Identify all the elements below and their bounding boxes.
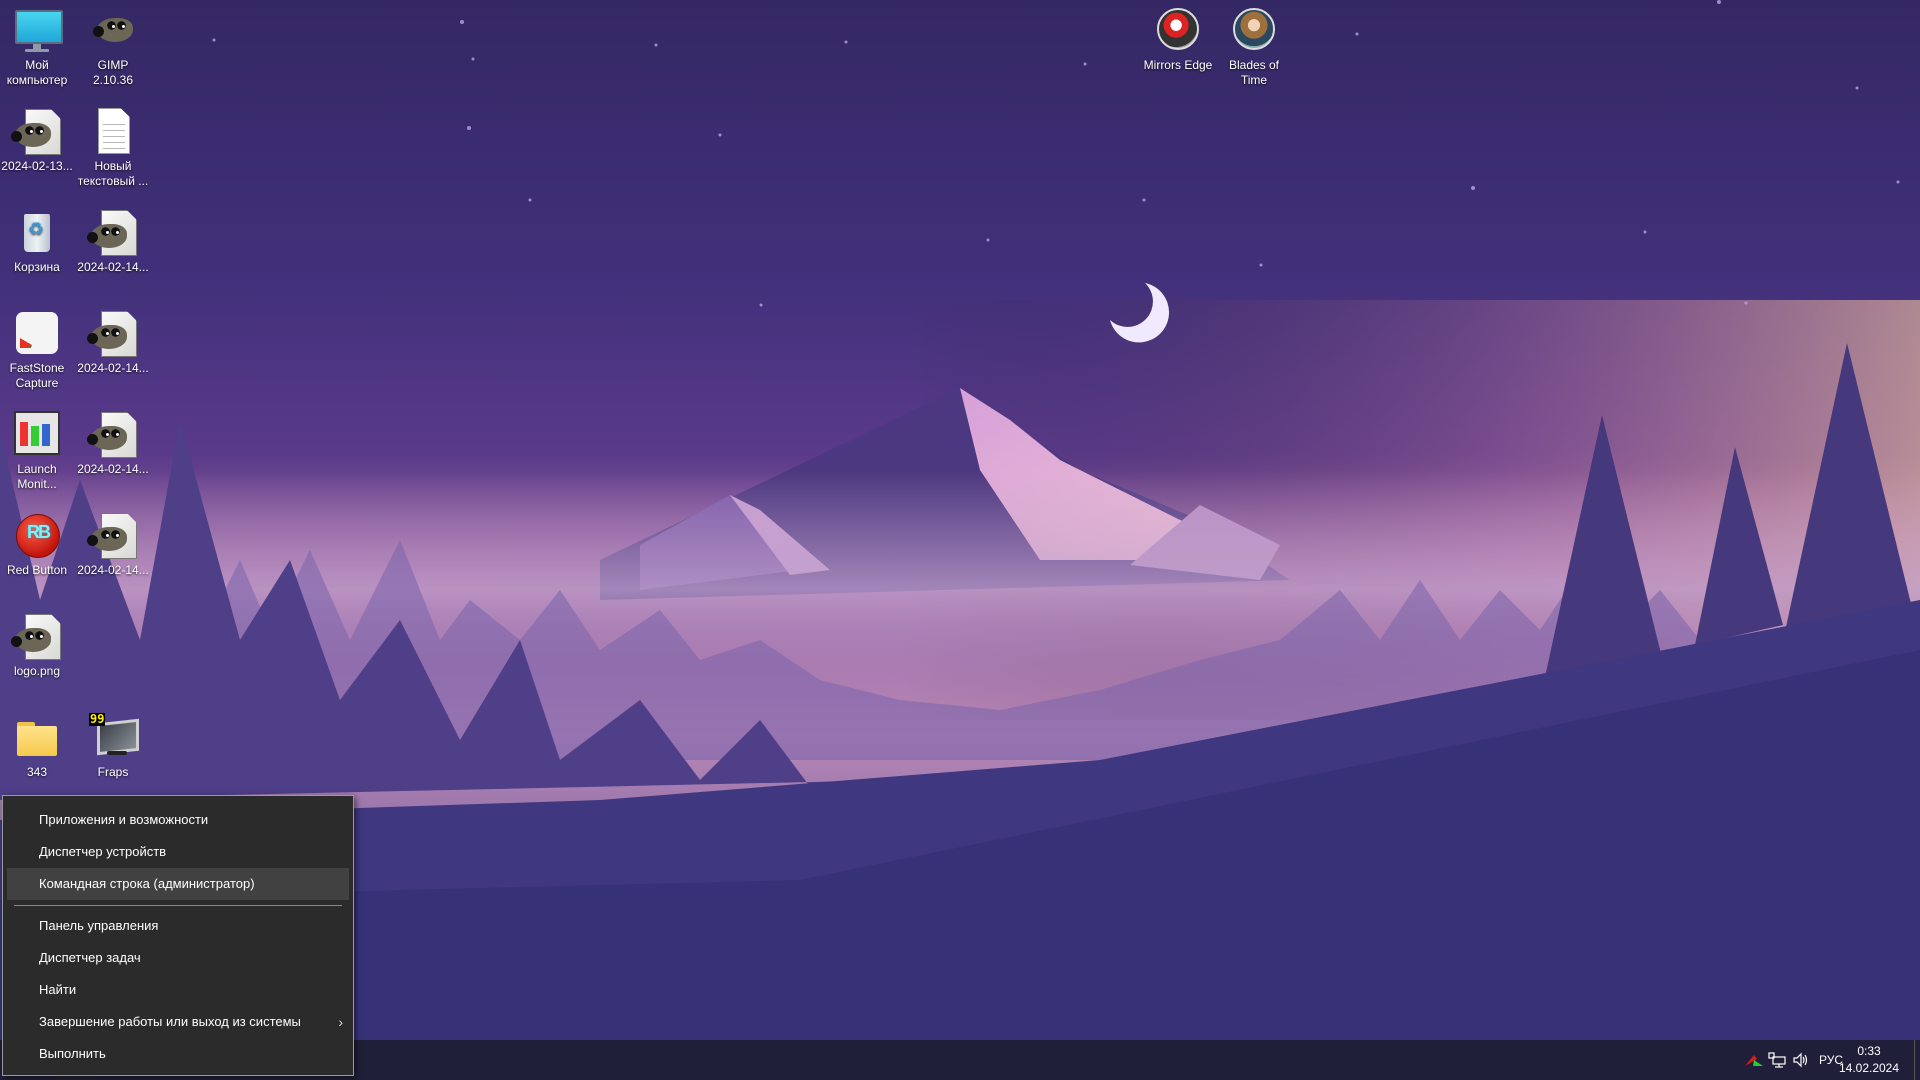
desktop-icon-label: 2024-02-13... (1, 159, 73, 173)
fraps-fps-badge: 99 (89, 712, 106, 726)
desktop-icon-recycle-bin[interactable]: Корзина (0, 202, 74, 275)
gimp-document-icon (87, 511, 137, 559)
recycle-bin-icon (13, 208, 61, 256)
desktop-icon-label: Новый текстовый ... (77, 159, 149, 188)
gimp-document-icon (11, 107, 61, 155)
clock-time: 0:33 (1857, 1044, 1881, 1058)
taskbar-clock[interactable]: 0:33 14.02.2024 (1834, 1043, 1904, 1077)
desktop-icon-label: 2024-02-14... (77, 260, 149, 274)
menu-item-label: Панель управления (39, 918, 159, 933)
monitor-icon (13, 6, 63, 54)
menu-item-label: Командная строка (администратор) (39, 876, 255, 891)
menu-item-device-manager[interactable]: Диспетчер устройств (7, 836, 349, 868)
folder-icon (13, 713, 61, 761)
desktop-icon-label: Red Button (6, 563, 68, 577)
desktop-icon-file-20240214-c[interactable]: 2024-02-14... (76, 404, 150, 477)
desktop-icon-file-20240213[interactable]: 2024-02-13... (0, 101, 74, 174)
desktop-icon-mirrors-edge[interactable]: Mirrors Edge (1141, 0, 1215, 73)
menu-item-label: Диспетчер задач (39, 950, 141, 965)
red-button-icon (13, 511, 61, 559)
gimp-document-icon (11, 612, 61, 660)
menu-item-search[interactable]: Найти (7, 974, 349, 1006)
menu-item-label: Завершение работы или выход из системы (39, 1014, 301, 1029)
menu-item-run[interactable]: Выполнить (7, 1038, 349, 1070)
desktop-icon-label: Launch Monit... (17, 462, 57, 491)
desktop-icon-label: Mirrors Edge (1143, 58, 1213, 72)
desktop-icon-file-20240214-a[interactable]: 2024-02-14... (76, 202, 150, 275)
desktop-icon-label: Корзина (14, 260, 60, 274)
desktop-icon-label: FastStone Capture (9, 361, 65, 390)
menu-separator (14, 905, 342, 906)
gimp-document-icon (87, 309, 137, 357)
show-desktop-button[interactable] (1914, 1040, 1920, 1080)
desktop-icon-logo-png[interactable]: logo.png (0, 606, 74, 679)
menu-item-apps-features[interactable]: Приложения и возможности (7, 804, 349, 836)
menu-item-label: Найти (39, 982, 77, 997)
winx-context-menu: Приложения и возможности Диспетчер устро… (2, 795, 354, 1076)
blades-of-time-icon (1230, 6, 1278, 54)
menu-item-label: Выполнить (39, 1046, 106, 1061)
clock-date: 14.02.2024 (1838, 1061, 1900, 1075)
desktop-icon-label: Fraps (97, 765, 129, 779)
desktop-icon-red-button[interactable]: Red Button (0, 505, 74, 578)
faststone-capture-icon (13, 309, 61, 357)
desktop-icon-label: logo.png (13, 664, 61, 678)
desktop-icon-folder-343[interactable]: 343 (0, 707, 74, 780)
desktop-icon-label: GIMP 2.10.36 (92, 58, 134, 87)
desktop-icon-label: 2024-02-14... (77, 361, 149, 375)
menu-item-shutdown-signout[interactable]: Завершение работы или выход из системы › (7, 1006, 349, 1038)
menu-item-command-prompt-admin[interactable]: Командная строка (администратор) (7, 868, 349, 900)
launch-monitor-icon (13, 410, 61, 458)
gimp-document-icon (87, 208, 137, 256)
app-tray-icon[interactable] (1744, 1040, 1764, 1080)
gimp-wilber-icon (89, 6, 137, 54)
menu-item-label: Приложения и возможности (39, 812, 209, 827)
desktop-icon-file-20240214-d[interactable]: 2024-02-14... (76, 505, 150, 578)
desktop-icon-label: Blades of Time (1228, 58, 1280, 87)
desktop-icon-blades-of-time[interactable]: Blades of Time (1217, 0, 1291, 88)
desktop-icon-label: 343 (26, 765, 48, 779)
menu-item-label: Диспетчер устройств (39, 844, 167, 859)
desktop-icon-fraps[interactable]: 99 Fraps (76, 707, 150, 780)
volume-icon[interactable] (1790, 1040, 1812, 1080)
mirrors-edge-icon (1154, 6, 1202, 54)
menu-item-control-panel[interactable]: Панель управления (7, 910, 349, 942)
text-document-icon (89, 107, 137, 155)
desktop-icon-new-text[interactable]: Новый текстовый ... (76, 101, 150, 189)
desktop-icon-file-20240214-b[interactable]: 2024-02-14... (76, 303, 150, 376)
desktop-icon-gimp[interactable]: GIMP 2.10.36 (76, 0, 150, 88)
desktop-icon-faststone[interactable]: FastStone Capture (0, 303, 74, 391)
network-icon[interactable] (1766, 1040, 1788, 1080)
desktop-icon-label: 2024-02-14... (77, 462, 149, 476)
desktop-icon-label: 2024-02-14... (77, 563, 149, 577)
chevron-right-icon: › (338, 1014, 343, 1030)
menu-item-task-manager[interactable]: Диспетчер задач (7, 942, 349, 974)
fraps-icon: 99 (89, 712, 139, 761)
desktop-icon-my-computer[interactable]: Мой компьютер (0, 0, 74, 88)
desktop-icon-launch-monitor[interactable]: Launch Monit... (0, 404, 74, 492)
gimp-document-icon (87, 410, 137, 458)
desktop-icon-label: Мой компьютер (6, 58, 68, 87)
